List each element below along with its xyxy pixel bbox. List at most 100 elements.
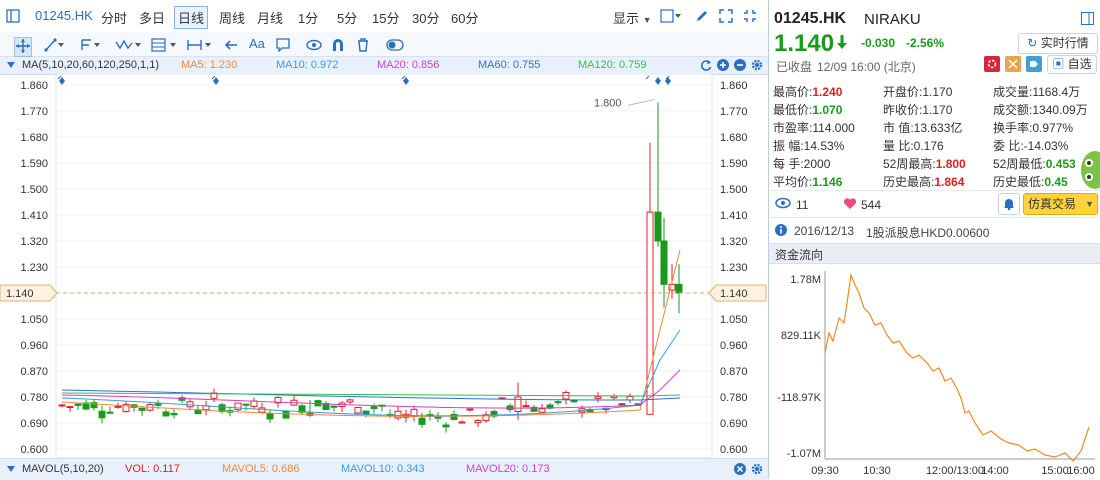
dividend-text[interactable]: 1股派股息HKD0.00600 <box>866 224 989 241</box>
quote-name: NIRAKU <box>864 11 921 28</box>
candle-body <box>258 407 266 413</box>
quote-field-label: 委 比: <box>993 139 1024 153</box>
trash-icon[interactable] <box>356 38 370 54</box>
close-indicator-icon[interactable] <box>734 463 746 478</box>
quote-field-label: 振 幅: <box>773 139 804 153</box>
candle-body <box>594 396 602 399</box>
quote-field-label: 平均价: <box>773 175 813 189</box>
ma-label[interactable]: MA(5,10,20,60,120,250,1,1) <box>22 59 159 71</box>
y-tick-label-left: 1.770 <box>20 106 48 118</box>
arrow-left-icon[interactable] <box>224 38 238 54</box>
candle-body <box>354 406 362 414</box>
label-icon[interactable] <box>1026 56 1042 75</box>
text-tool-icon[interactable]: Aa <box>249 37 265 51</box>
stock-code: 01245.HK <box>35 8 93 23</box>
current-price-label-left: 1.140 <box>6 288 34 300</box>
price-chart[interactable]: 1.860 1.860 1.770 1.770 1.680 1.680 1.590 1.590… <box>0 73 768 459</box>
period-tab-1min[interactable]: 1分 <box>298 8 318 27</box>
simulated-trade-button[interactable]: 仿真交易 ▼ <box>1023 193 1098 215</box>
period-tab-60min[interactable]: 60分 <box>451 8 478 27</box>
fullscreen-icon[interactable] <box>719 9 733 25</box>
quote-field: 每 手:2000 <box>773 155 830 172</box>
separator <box>769 217 1100 218</box>
toggle-icon[interactable] <box>386 38 404 54</box>
period-tab-daily[interactable]: 日线 <box>174 6 209 29</box>
period-tab-multiday[interactable]: 多日 <box>139 8 165 27</box>
eye-icon[interactable] <box>306 38 322 54</box>
mavol-label[interactable]: MAVOL(5,10,20) <box>22 463 104 475</box>
y-tick-label-right: 1.410 <box>720 210 748 222</box>
settings-gear-icon[interactable] <box>751 59 763 74</box>
add-watchlist-button[interactable]: ▣ 自选 <box>1047 55 1097 74</box>
panel-toggle-icon[interactable] <box>1081 12 1094 28</box>
quote-field-value: 13.633亿 <box>913 121 963 135</box>
channel-tool-icon[interactable] <box>80 38 102 54</box>
display-menu[interactable]: 显示 ▼ <box>613 8 652 27</box>
quote-field-label: 市盈率: <box>773 121 813 135</box>
period-tab-monthly[interactable]: 月线 <box>257 8 283 27</box>
collapse-icon[interactable] <box>6 60 16 73</box>
bell-icon <box>1003 199 1015 213</box>
quote-field-label: 52周最低: <box>993 157 1046 171</box>
wave-tool-icon[interactable] <box>115 38 143 54</box>
remove-indicator-icon[interactable] <box>734 59 746 74</box>
tag-icon[interactable] <box>1005 56 1021 75</box>
comment-icon[interactable] <box>276 38 290 54</box>
fund-flow-title: 资金流向 <box>775 248 824 262</box>
price-change: -0.030 <box>861 36 896 50</box>
alert-button[interactable] <box>998 193 1020 215</box>
ma120-value: MA120: 0.759 <box>578 59 647 71</box>
fund-flow-header: 资金流向 <box>769 243 1100 264</box>
fund-flow-chart[interactable]: 1.78M 829.11K -118.97K -1.07M 09:30 10:30 12:0… <box>769 263 1100 479</box>
y-tick-label-right: 0.960 <box>720 340 748 352</box>
candle-body <box>394 410 402 419</box>
line-tool-icon[interactable] <box>44 38 66 54</box>
volume-settings-gear-icon[interactable] <box>751 463 763 478</box>
heart-icon[interactable] <box>843 197 857 213</box>
pen-icon[interactable] <box>695 9 709 25</box>
flow-x-label: 16:00 <box>1067 465 1095 477</box>
measure-tool-icon[interactable] <box>187 38 215 54</box>
popout-icon[interactable] <box>743 9 757 25</box>
period-tab-15min[interactable]: 15分 <box>372 8 399 27</box>
candle-body <box>266 413 274 420</box>
quote-field-label: 历史最高: <box>883 175 935 189</box>
period-tab-5min[interactable]: 5分 <box>337 8 357 27</box>
crosshair-icon[interactable] <box>14 37 32 57</box>
info-icon <box>775 224 787 239</box>
quote-panel: 01245.HK NIRAKU 1.140 -0.030 -2.56% ↻ 实时… <box>769 0 1100 479</box>
quote-field: 历史最低:0.45 <box>993 173 1068 190</box>
magnet-icon[interactable] <box>331 38 345 54</box>
quote-field-value: 1168.4万 <box>1032 85 1081 99</box>
hk-flag-icon[interactable] <box>984 56 1000 75</box>
flow-x-label: 09:30 <box>811 465 839 477</box>
candle-body <box>234 402 242 411</box>
candle-body <box>138 407 146 411</box>
mascot-icon[interactable] <box>1079 150 1100 193</box>
likes-count: 544 <box>861 198 882 212</box>
y-tick-label-left: 1.410 <box>20 210 48 222</box>
volume-collapse-icon[interactable] <box>6 464 16 477</box>
candlestick-chart[interactable]: 1.860 1.860 1.770 1.770 1.680 1.680 1.590 1.590… <box>0 73 768 459</box>
quote-field-value: 0.977% <box>1032 121 1074 135</box>
period-tab-intraday[interactable]: 分时 <box>101 8 127 27</box>
quote-field-value: 114.000 <box>812 121 855 135</box>
ma5-value: MA5: 1.230 <box>181 59 238 71</box>
realtime-quote-button[interactable]: ↻ 实时行情 <box>1018 33 1098 54</box>
period-tab-weekly[interactable]: 周线 <box>219 8 245 27</box>
refresh-icon[interactable] <box>700 59 712 74</box>
chart-type-icon[interactable] <box>660 9 682 25</box>
quote-field-value: 1340.09万 <box>1032 103 1088 117</box>
candle-body <box>450 413 458 420</box>
period-tab-30min[interactable]: 30分 <box>412 8 439 27</box>
sidebar-toggle-icon[interactable] <box>6 9 20 25</box>
ma-indicator-bar: MA(5,10,20,60,120,250,1,1) MA5: 1.230 MA… <box>0 57 768 75</box>
add-indicator-icon[interactable] <box>717 59 729 74</box>
candle-body <box>106 411 114 414</box>
flow-x-label: 10:30 <box>863 465 891 477</box>
y-tick-label-right: 1.680 <box>720 132 748 144</box>
separator <box>769 190 1100 191</box>
candle-body <box>242 403 250 406</box>
fib-tool-icon[interactable] <box>151 38 179 54</box>
views-eye-icon[interactable] <box>775 197 791 212</box>
